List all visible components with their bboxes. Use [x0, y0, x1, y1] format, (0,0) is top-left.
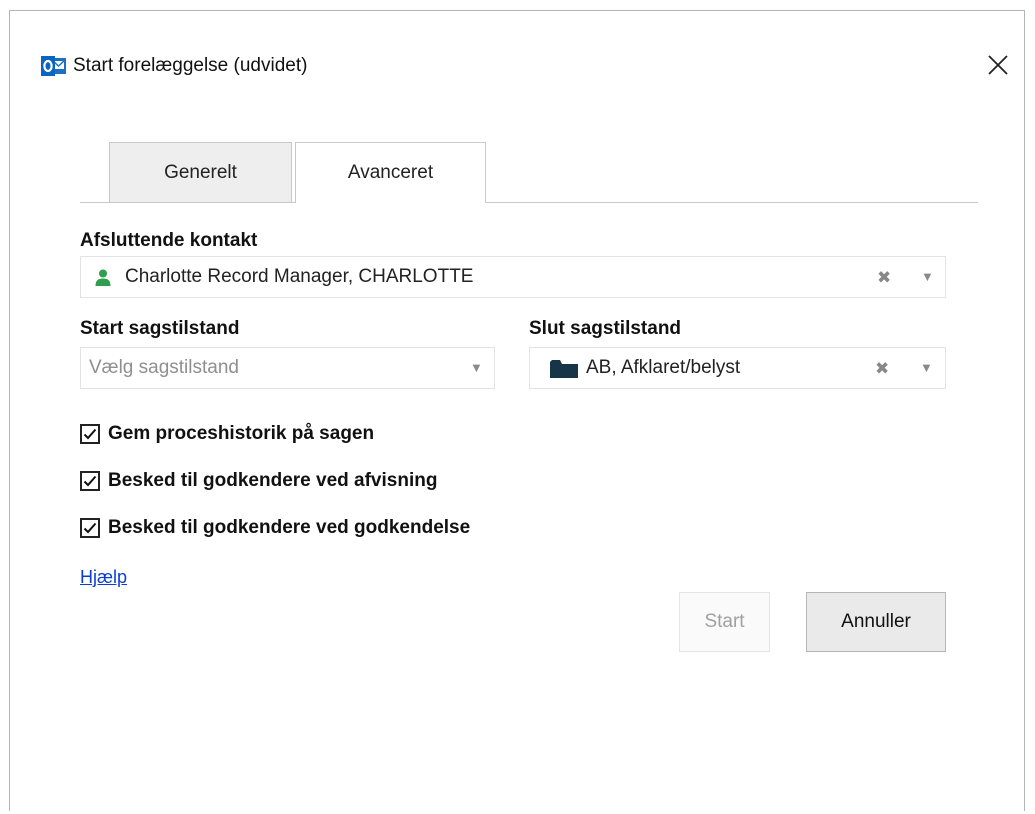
start-button-label: Start: [704, 611, 745, 632]
clear-icon[interactable]: ✖: [877, 268, 891, 288]
window-title: Start forelæggelse (udvidet): [73, 55, 308, 76]
outlook-icon: [41, 56, 66, 76]
tab-strip-divider: [80, 202, 978, 203]
option-label: Besked til godkendere ved godkendelse: [108, 517, 471, 538]
tab-label: Avanceret: [347, 162, 434, 183]
clear-icon[interactable]: ✖: [875, 359, 889, 379]
option-label: Besked til godkendere ved afvisning: [108, 470, 438, 491]
checkbox[interactable]: [80, 424, 100, 444]
active-tab-gap: [296, 201, 485, 204]
start-state-select[interactable]: Vælg sagstilstand ▼: [80, 347, 495, 389]
cancel-button-label: Annuller: [841, 611, 911, 632]
cancel-button[interactable]: Annuller: [806, 592, 946, 652]
option-notify-approval[interactable]: Besked til godkendere ved godkendelse: [80, 516, 470, 540]
chevron-down-icon[interactable]: ▼: [921, 269, 934, 284]
checkmark-icon: [83, 475, 97, 487]
tab-avanceret[interactable]: Avanceret: [295, 142, 486, 203]
end-state-label: Slut sagstilstand: [529, 318, 682, 339]
tab-generelt[interactable]: Generelt: [109, 142, 292, 202]
closing-contact-label: Afsluttende kontakt: [80, 230, 258, 251]
chevron-down-icon[interactable]: ▼: [470, 360, 483, 375]
option-label: Gem proceshistorik på sagen: [108, 423, 375, 444]
tab-label: Generelt: [164, 161, 237, 183]
checkbox[interactable]: [80, 518, 100, 538]
end-state-value: AB, Afklaret/belyst: [586, 357, 741, 378]
option-notify-rejection[interactable]: Besked til godkendere ved afvisning: [80, 469, 437, 493]
closing-contact-value: Charlotte Record Manager, CHARLOTTE: [125, 266, 474, 287]
help-link[interactable]: Hjælp: [80, 567, 127, 588]
dialog-window: [9, 10, 1025, 811]
person-icon: [95, 269, 111, 286]
start-state-label: Start sagstilstand: [80, 318, 240, 339]
start-button[interactable]: Start: [679, 592, 770, 652]
chevron-down-icon[interactable]: ▼: [920, 360, 933, 375]
end-state-select[interactable]: AB, Afklaret/belyst ✖ ▼: [529, 347, 946, 389]
option-save-history[interactable]: Gem proceshistorik på sagen: [80, 422, 374, 446]
folder-icon: [550, 360, 578, 378]
closing-contact-select[interactable]: Charlotte Record Manager, CHARLOTTE ✖ ▼: [80, 256, 946, 298]
checkmark-icon: [83, 428, 97, 440]
checkmark-icon: [83, 522, 97, 534]
start-state-placeholder: Vælg sagstilstand: [89, 357, 239, 378]
checkbox[interactable]: [80, 471, 100, 491]
close-icon[interactable]: [983, 50, 1013, 80]
